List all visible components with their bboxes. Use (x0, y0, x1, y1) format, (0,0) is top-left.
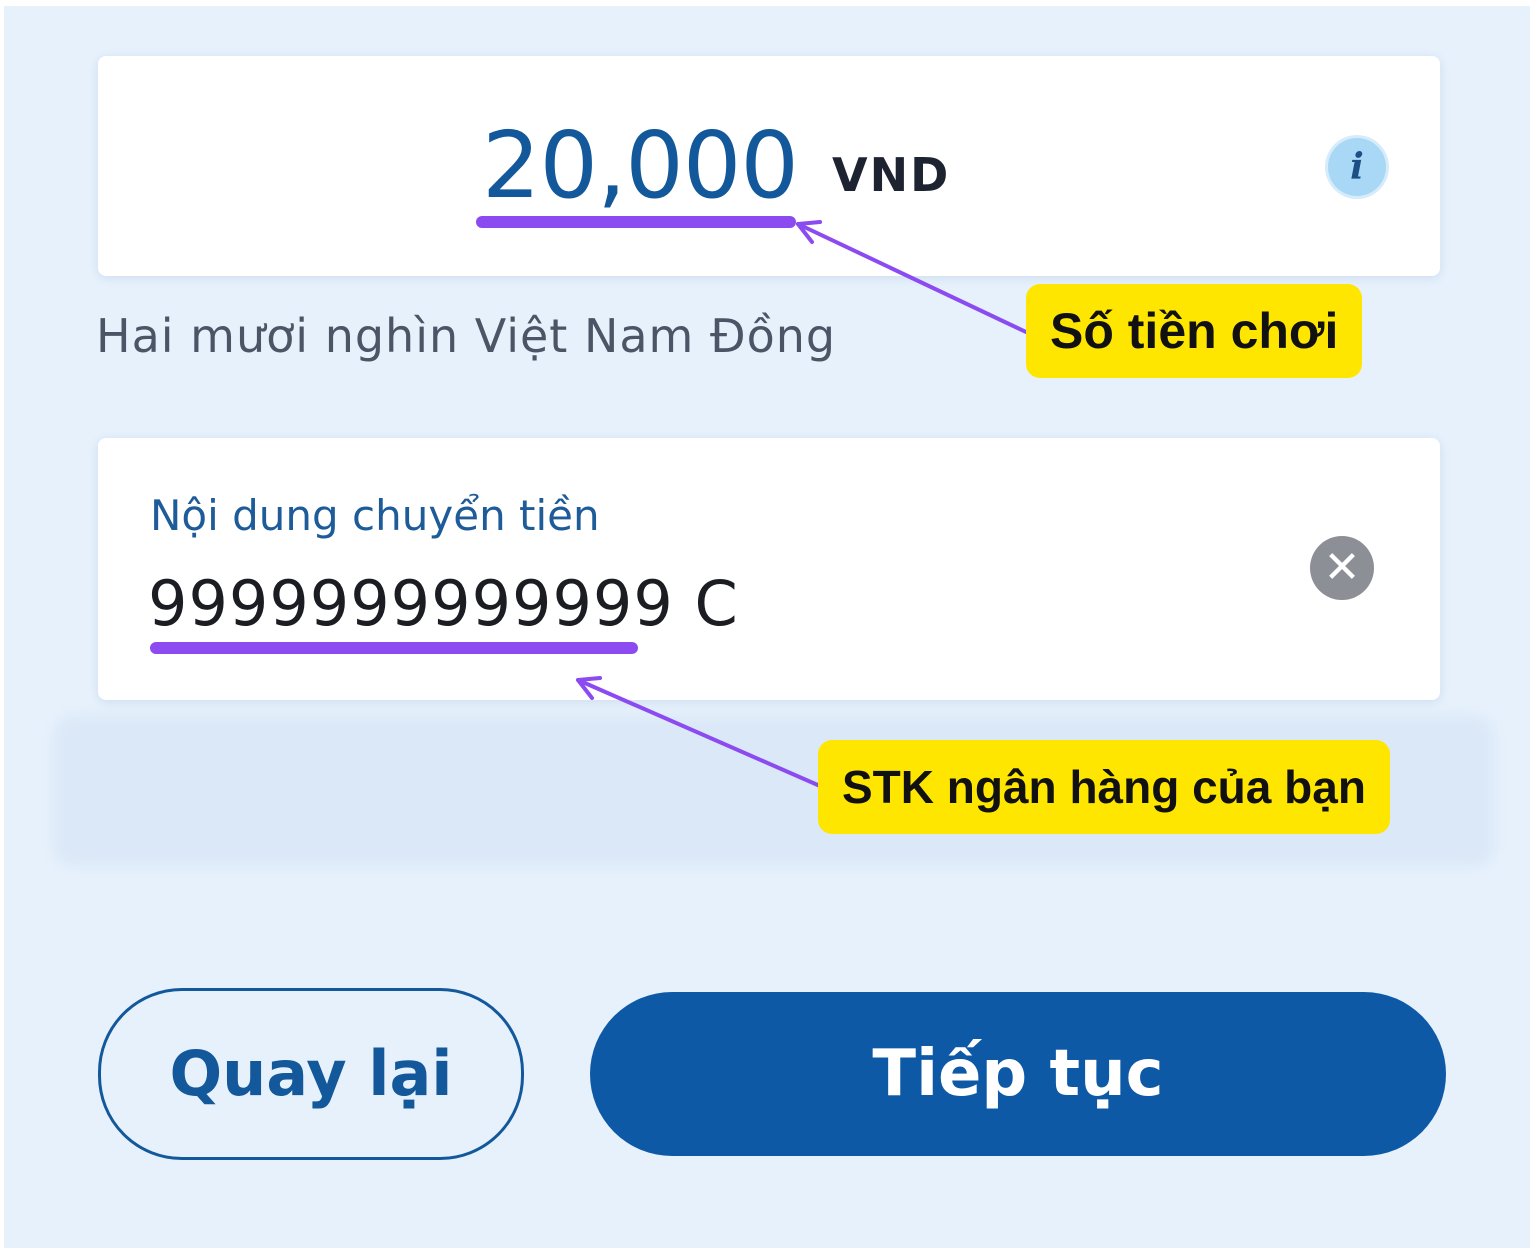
amount-in-words: Hai mươi nghìn Việt Nam Đồng (96, 309, 837, 363)
transfer-screen: 20,000 VND i Hai mươi nghìn Việt Nam Đồn… (4, 6, 1530, 1248)
account-underline (150, 642, 638, 654)
amount-card[interactable]: 20,000 VND i (98, 56, 1440, 276)
transfer-content-input[interactable]: 9999999999999 C (148, 564, 1148, 644)
clear-icon[interactable]: ✕ (1310, 536, 1374, 600)
amount-callout: Số tiền chơi (1026, 284, 1363, 378)
amount-value[interactable]: 20,000 (482, 116, 799, 216)
transfer-content-field[interactable]: Nội dung chuyển tiền 9999999999999 C ✕ (98, 438, 1440, 700)
info-icon[interactable]: i (1328, 138, 1386, 196)
continue-button[interactable]: Tiếp tục (590, 992, 1446, 1156)
amount-underline (476, 216, 796, 228)
back-button[interactable]: Quay lại (98, 988, 524, 1160)
transfer-content-label: Nội dung chuyển tiền (150, 491, 600, 540)
amount-currency: VND (832, 148, 951, 202)
account-callout: STK ngân hàng của bạn (818, 740, 1390, 834)
